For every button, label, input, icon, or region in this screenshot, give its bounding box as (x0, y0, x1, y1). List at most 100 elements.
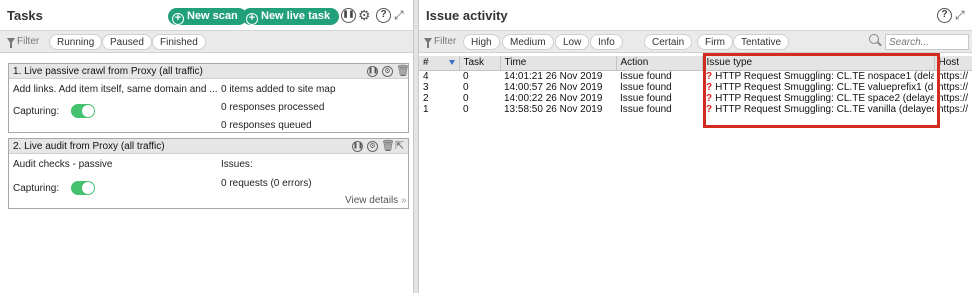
pause-icon[interactable]: ❚❚ (352, 141, 363, 152)
cell-time: 13:58:50 26 Nov 2019 (504, 103, 603, 115)
issues-title: Issue activity (426, 8, 508, 23)
cell-time: 14:01:21 26 Nov 2019 (504, 70, 603, 82)
expand-icon[interactable]: ⤢ (394, 7, 404, 23)
capturing-label: Capturing: (13, 183, 60, 194)
cell-host: https:// (938, 70, 969, 82)
funnel-icon (424, 38, 432, 48)
cell-issue-type: ? HTTP Request Smuggling: CL.TE space2 (d… (702, 93, 934, 104)
tasks-header: Tasks + New scan + New live task ❚❚ ⚙ ? ⤢ (0, 0, 413, 31)
gear-icon[interactable]: ⚙ (358, 7, 371, 23)
cell-action: Issue found (620, 92, 672, 104)
issue-type-text: HTTP Request Smuggling: CL.TE valueprefi… (715, 81, 934, 93)
filter-certain[interactable]: Certain (644, 34, 693, 50)
cell-issue-type: ? HTTP Request Smuggling: CL.TE valuepref… (702, 82, 934, 93)
task-stat-sitemap: 0 items added to site map (221, 84, 336, 95)
filter-paused[interactable]: Paused (102, 34, 152, 50)
new-scan-label: New scan (187, 10, 238, 22)
cell-host: https:// (938, 103, 969, 115)
capturing-label: Capturing: (13, 106, 60, 117)
chevron-right-icon: » (400, 195, 407, 206)
cell-number: 4 (423, 70, 429, 82)
table-header-row: # Task Time Action Issue type Host (419, 56, 972, 71)
issues-filter[interactable]: Filter (424, 36, 456, 48)
column-header-issue-type[interactable]: Issue type (702, 56, 935, 71)
issue-type-text: HTTP Request Smuggling: CL.TE nospace1 (… (715, 70, 934, 82)
column-header-time[interactable]: Time (500, 56, 617, 71)
new-scan-button[interactable]: + New scan (168, 8, 247, 25)
cell-action: Issue found (620, 70, 672, 82)
column-header-task[interactable]: Task (459, 56, 501, 71)
cell-task: 0 (463, 70, 469, 82)
trash-icon[interactable]: 🗑 (396, 65, 410, 77)
pause-icon[interactable]: ❚❚ (367, 66, 378, 77)
task-card-header: 1. Live passive crawl from Proxy (all tr… (9, 64, 410, 79)
column-header-number[interactable]: # (419, 56, 460, 71)
cell-number: 1 (423, 103, 429, 115)
filter-running[interactable]: Running (49, 34, 103, 50)
filter-tentative[interactable]: Tentative (733, 34, 790, 50)
search-box[interactable] (885, 34, 969, 50)
issues-table: # Task Time Action Issue type Host 4 0 1… (419, 56, 972, 115)
column-header-host[interactable]: Host (934, 56, 972, 71)
popout-icon[interactable]: ⇱ (395, 140, 404, 152)
table-row[interactable]: 2 0 14:00:22 26 Nov 2019 Issue found ? HT… (419, 93, 972, 104)
tasks-title: Tasks (7, 8, 43, 23)
filter-label: Filter (17, 36, 40, 47)
issues-header: Issue activity ? ⤢ (419, 0, 972, 31)
task-requests: 0 requests (0 errors) (221, 178, 312, 189)
search-input[interactable] (886, 35, 968, 49)
column-label: # (423, 57, 429, 69)
plus-icon: + (246, 13, 258, 25)
expand-icon[interactable]: ⤢ (955, 7, 965, 23)
filter-firm[interactable]: Firm (697, 34, 733, 50)
cell-issue-type: ? HTTP Request Smuggling: CL.TE vanilla (… (702, 104, 934, 115)
issue-uncertain-icon: ? (706, 103, 713, 115)
cell-action: Issue found (620, 81, 672, 93)
issue-uncertain-icon: ? (706, 70, 713, 82)
cell-task: 0 (463, 103, 469, 115)
cell-time: 14:00:22 26 Nov 2019 (504, 92, 603, 104)
filter-low[interactable]: Low (555, 34, 590, 50)
filter-info[interactable]: Info (590, 34, 623, 50)
cell-task: 0 (463, 92, 469, 104)
pause-all-icon[interactable]: ❚❚ (341, 8, 356, 23)
search-icon (869, 34, 879, 44)
capturing-toggle[interactable] (71, 181, 95, 195)
task-card-header: 2. Live audit from Proxy (all traffic) ❚… (9, 139, 408, 154)
funnel-icon (7, 38, 15, 48)
view-details-link[interactable]: View details » (345, 195, 407, 206)
help-icon[interactable]: ? (937, 8, 952, 23)
task-card-2[interactable]: 2. Live audit from Proxy (all traffic) ❚… (8, 138, 409, 209)
cell-number: 3 (423, 81, 429, 93)
filter-finished[interactable]: Finished (152, 34, 206, 50)
issues-label: Issues: (221, 159, 253, 170)
tasks-filter-bar: Filter Running Paused Finished (0, 31, 413, 53)
table-row[interactable]: 1 0 13:58:50 26 Nov 2019 Issue found ? HT… (419, 104, 972, 115)
cell-action: Issue found (620, 103, 672, 115)
table-row[interactable]: 3 0 14:00:57 26 Nov 2019 Issue found ? HT… (419, 82, 972, 93)
tasks-filter[interactable]: Filter (7, 36, 40, 48)
task-card-1[interactable]: 1. Live passive crawl from Proxy (all tr… (8, 63, 410, 133)
issue-type-text: HTTP Request Smuggling: CL.TE vanilla (d… (715, 103, 934, 115)
capturing-toggle[interactable] (71, 104, 95, 118)
plus-icon: + (172, 13, 184, 25)
issue-uncertain-icon: ? (706, 81, 713, 93)
issues-filter-bar: Filter High Medium Low Info Certain Firm… (419, 31, 972, 53)
view-details-label: View details (345, 195, 399, 206)
filter-high[interactable]: High (463, 34, 500, 50)
tasks-panel: Tasks + New scan + New live task ❚❚ ⚙ ? ⤢ … (0, 0, 413, 293)
cell-time: 14:00:57 26 Nov 2019 (504, 81, 603, 93)
cell-number: 2 (423, 92, 429, 104)
gear-icon[interactable]: ⚙ (367, 141, 378, 152)
cell-host: https:// (938, 81, 969, 93)
column-header-action[interactable]: Action (616, 56, 703, 71)
cell-task: 0 (463, 81, 469, 93)
filter-medium[interactable]: Medium (502, 34, 554, 50)
table-row[interactable]: 4 0 14:01:21 26 Nov 2019 Issue found ? HT… (419, 70, 972, 82)
issue-uncertain-icon: ? (706, 92, 713, 104)
gear-icon[interactable]: ⚙ (382, 66, 393, 77)
task-title: 1. Live passive crawl from Proxy (all tr… (13, 66, 203, 77)
help-icon[interactable]: ? (376, 8, 391, 23)
trash-icon[interactable]: 🗑 (381, 140, 395, 152)
new-live-task-button[interactable]: + New live task (242, 8, 340, 25)
